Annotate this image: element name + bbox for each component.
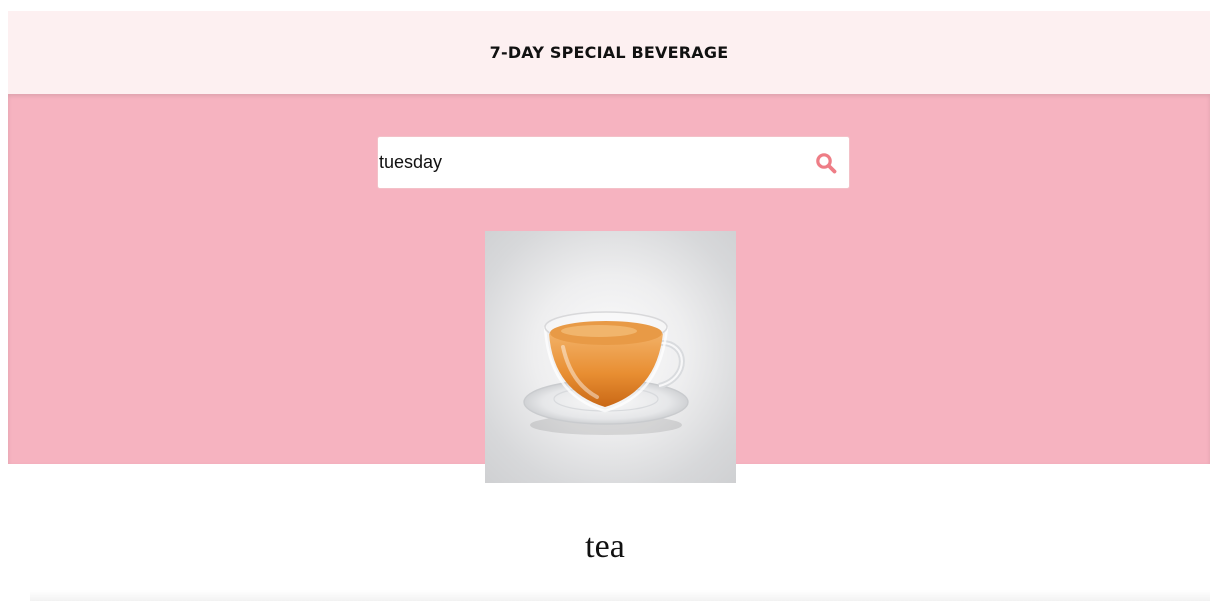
tea-cup-icon [523, 311, 689, 435]
search-icon [816, 153, 837, 174]
search-input[interactable] [379, 137, 799, 188]
content-divider [30, 590, 1210, 601]
drink-image [485, 231, 736, 483]
page-title: 7-DAY SPECIAL BEVERAGE [489, 43, 729, 62]
search-bar [377, 136, 850, 189]
search-button[interactable] [811, 148, 841, 178]
drink-name: tea [585, 528, 625, 565]
page-header: 7-DAY SPECIAL BEVERAGE [8, 11, 1210, 94]
